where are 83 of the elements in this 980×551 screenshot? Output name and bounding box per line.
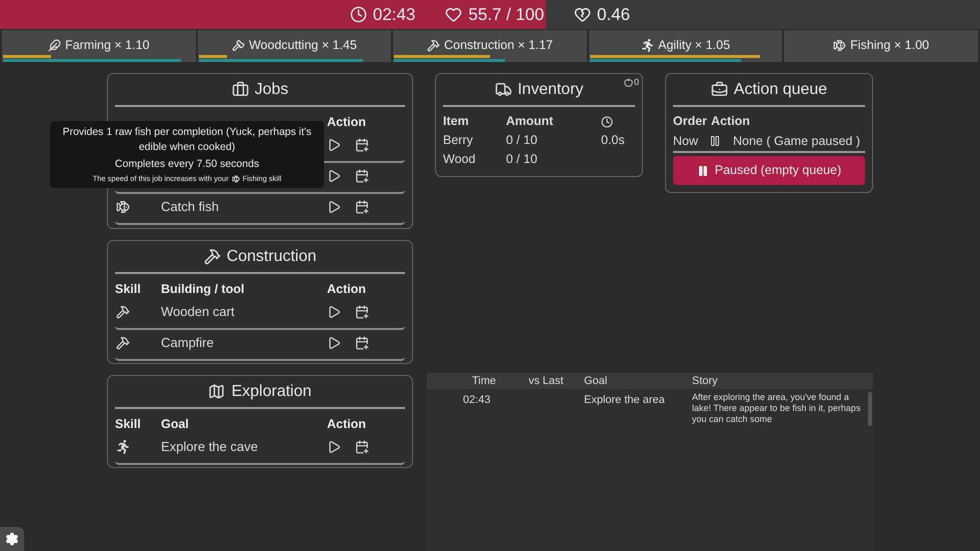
running-figure-icon (116, 440, 130, 454)
card-title: Exploration (231, 382, 312, 402)
queue-action: None ( Game paused ) (733, 132, 860, 150)
queue-add-button[interactable] (355, 168, 369, 182)
scrollbar[interactable] (868, 392, 872, 426)
tooltip-description: Provides 1 raw fish per completion (Yuck, perhaps it's edible when cooked) (62, 125, 312, 155)
column-header: Skill (115, 281, 142, 298)
card-title: Action queue (734, 80, 828, 100)
skill-tab[interactable]: Woodcutting × 1.45 (198, 30, 392, 62)
column-header: Time (470, 374, 497, 389)
apple-icon (624, 78, 633, 88)
play-button[interactable] (327, 440, 341, 454)
log-story: After exploring the area, you've found a lake! There appear to be fish in it, perhaps you can catch some (692, 392, 862, 426)
item-name: Berry (443, 132, 474, 149)
column-header: Goal (584, 374, 608, 389)
column-header: Skill (115, 416, 142, 434)
queue-order: Now (673, 132, 700, 150)
item-time: 0.0s (601, 133, 625, 147)
card-title: Construction (226, 246, 316, 266)
pause-icon (696, 164, 709, 176)
regen-value: 0.46 (597, 4, 630, 26)
queue-add-button[interactable] (355, 138, 369, 152)
fish-icon (232, 174, 240, 183)
skill-tab[interactable]: Construction × 1.17 (393, 30, 587, 62)
hammer-icon (116, 304, 130, 318)
column-header: Action (711, 113, 750, 130)
play-button[interactable] (327, 200, 341, 214)
play-button[interactable] (327, 168, 341, 182)
gear-icon (5, 532, 19, 546)
log-goal: Explore the area (584, 393, 666, 408)
queue-add-button[interactable] (355, 304, 369, 318)
briefcase-clock-icon (710, 81, 728, 98)
hammer-icon (427, 38, 440, 52)
tooltip-duration: Completes every 7.50 seconds (114, 157, 260, 172)
skill-tab[interactable]: Agility × 1.05 (588, 30, 782, 62)
skill-tab[interactable]: Fishing × 1.00 (784, 30, 978, 62)
broken-heart-icon (574, 6, 592, 23)
food-count: 0 (634, 76, 639, 89)
fish-icon (833, 38, 846, 52)
column-header: Action (327, 281, 367, 298)
column-header: Item (443, 113, 470, 130)
feather-icon (48, 38, 62, 52)
column-header: Building / tool (161, 281, 246, 298)
item-name: Wood (443, 151, 476, 168)
clock-icon (350, 6, 367, 23)
pause-icon (709, 135, 721, 147)
axe-icon (232, 38, 245, 52)
queue-add-button[interactable] (355, 200, 369, 214)
clock-icon (601, 116, 613, 128)
running-figure-icon (641, 38, 654, 52)
card-title: Inventory (518, 80, 584, 100)
job-name: Catch fish (161, 198, 219, 214)
settings-button[interactable] (0, 527, 24, 551)
column-header: Order (673, 113, 708, 130)
column-header: Action (327, 114, 367, 132)
queue-add-button[interactable] (355, 440, 369, 454)
pause-button[interactable]: Paused (empty queue) (673, 156, 865, 185)
hammer-icon (204, 248, 221, 265)
job-name: Wooden cart (161, 304, 234, 319)
log-time: 02:43 (462, 393, 492, 408)
card-title: Jobs (254, 80, 288, 100)
play-button[interactable] (327, 304, 341, 318)
column-header: vs Last (528, 374, 564, 389)
queue-add-button[interactable] (355, 336, 369, 350)
column-header: Amount (506, 113, 554, 130)
map-icon (208, 383, 226, 400)
item-amount: 0 / 10 (506, 132, 538, 149)
column-header: Action (327, 416, 367, 434)
job-name: Explore the cave (161, 438, 258, 454)
heart-icon (445, 6, 462, 23)
item-amount: 0 / 10 (506, 151, 538, 168)
play-button[interactable] (327, 138, 341, 152)
briefcase-icon (232, 81, 249, 98)
column-header: Goal (161, 416, 190, 434)
skill-tab[interactable]: Farming × 1.10 (2, 30, 196, 62)
elapsed-time: 02:43 (372, 4, 416, 26)
play-button[interactable] (327, 336, 341, 350)
cart-icon (494, 81, 512, 98)
job-name: Campfire (161, 334, 214, 350)
fish-icon (116, 200, 130, 214)
hammer-icon (116, 336, 130, 350)
column-header: Story (692, 374, 718, 389)
health-value: 55.7 / 100 (468, 4, 544, 26)
